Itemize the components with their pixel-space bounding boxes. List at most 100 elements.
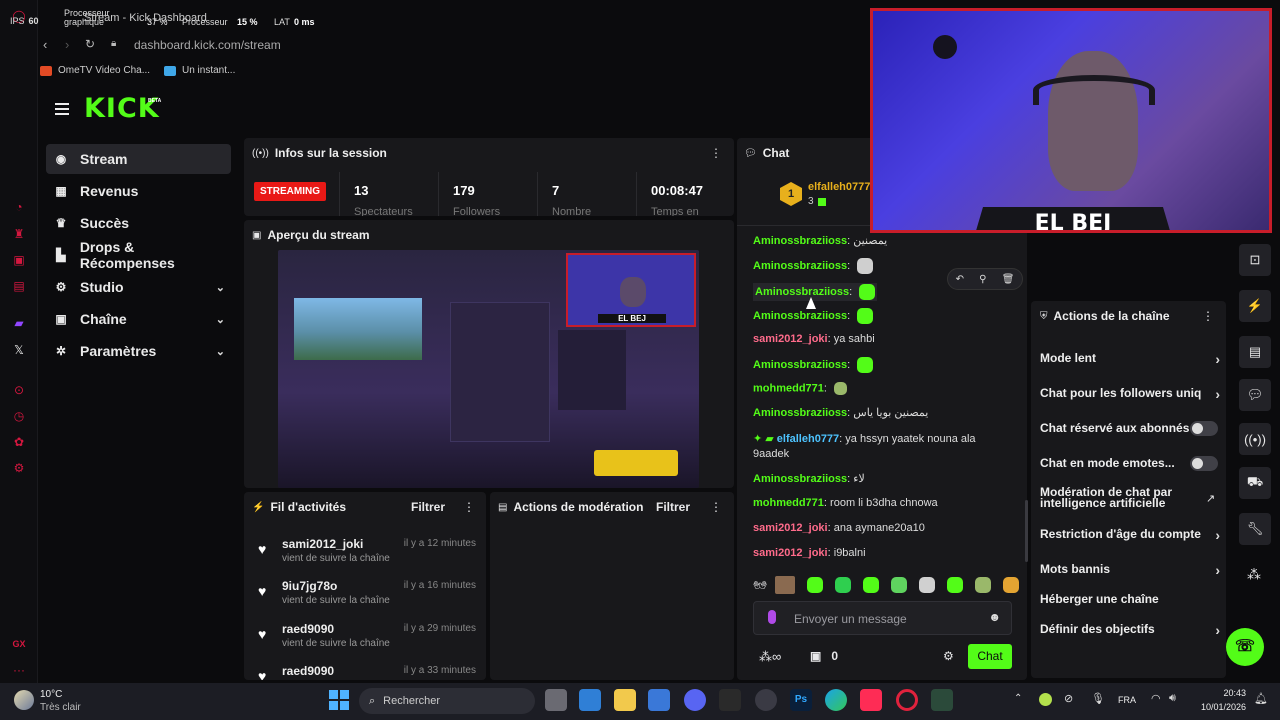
chat-user[interactable]: Aminossbraziioss <box>753 407 847 419</box>
speed-dial-icon[interactable]: ◔ <box>11 199 27 215</box>
stream-preview-video[interactable]: EL BEJ <box>278 250 699 488</box>
nav-studio[interactable]: ⚙ Studio ⌄ <box>46 272 231 302</box>
shopping-icon[interactable]: ♜ <box>11 226 27 242</box>
tray-network-off-icon[interactable]: ⊘ <box>1064 692 1073 705</box>
action-mode-lent[interactable]: Mode lent › <box>1040 351 1220 367</box>
subs-only-toggle[interactable] <box>1190 421 1218 436</box>
forward-icon[interactable]: › <box>65 37 69 52</box>
broadcast-button[interactable]: ((•)) <box>1239 423 1271 455</box>
widgets-icon[interactable] <box>579 689 601 711</box>
store-icon[interactable] <box>648 689 670 711</box>
chat-user[interactable]: mohmedd771 <box>753 382 824 394</box>
nav-stream[interactable]: ◉ Stream <box>46 144 231 174</box>
chat-user[interactable]: Aminossbraziioss <box>753 473 847 485</box>
chat-popout-button[interactable]: 💬︎ <box>1239 379 1271 411</box>
obs-icon[interactable] <box>755 689 777 711</box>
terminal-icon[interactable] <box>931 689 953 711</box>
emote-icon[interactable] <box>946 577 963 593</box>
chat-user[interactable]: Aminossbraziioss <box>755 286 849 298</box>
emote-icon[interactable]: 👐︎ <box>753 579 767 592</box>
notes-button[interactable]: ▤ <box>1239 336 1271 368</box>
emote-icon[interactable] <box>834 577 851 593</box>
raid-button[interactable]: ⛟ <box>1239 467 1271 499</box>
feed-user[interactable]: raed9090 <box>282 622 334 636</box>
clock-time[interactable]: 20:43 <box>1208 688 1246 698</box>
volume-icon[interactable]: 🔊︎ <box>1169 692 1176 705</box>
wifi-icon[interactable]: ◠ <box>1151 692 1161 705</box>
emote-icon[interactable] <box>862 577 879 593</box>
chat-user[interactable]: Aminossbraziioss <box>753 310 847 322</box>
feed-user[interactable]: sami2012_joki <box>282 537 363 551</box>
nav-succes[interactable]: ♛ Succès <box>46 208 231 238</box>
chat-user[interactable]: elfalleh0777 <box>777 433 839 445</box>
more-icon[interactable]: ··· <box>11 662 27 678</box>
windows-start-icon[interactable] <box>329 690 349 710</box>
emote-icon[interactable] <box>890 577 907 593</box>
action-age-restriction[interactable]: Restriction d'âge du compte › <box>1040 527 1220 543</box>
action-emote-only[interactable]: Chat en mode emotes... <box>1040 456 1220 471</box>
screenshot-button[interactable]: ⊡ <box>1239 244 1271 276</box>
chat-user[interactable]: Aminossbraziioss <box>753 260 847 272</box>
feed-user[interactable]: 9iu7jg78o <box>282 579 337 593</box>
activity-menu-icon[interactable]: ⋮ <box>463 500 475 514</box>
action-goals[interactable]: Définir des objectifs › <box>1040 622 1220 638</box>
photoshop-icon[interactable]: Ps <box>790 689 812 711</box>
x-icon[interactable]: 𝕏 <box>11 342 27 358</box>
chat-user[interactable]: Aminossbraziioss <box>753 359 847 371</box>
nav-revenus[interactable]: ▦ Revenus <box>46 176 231 206</box>
extensions-icon[interactable]: ✿ <box>11 434 27 450</box>
emote-icon[interactable] <box>806 577 823 593</box>
edge-icon[interactable] <box>825 689 847 711</box>
nav-drops[interactable]: ▙ Drops & Récompenses <box>46 239 231 271</box>
mic-icon[interactable] <box>768 610 776 624</box>
chat-user[interactable]: mohmedd771 <box>753 497 824 509</box>
chat-scrollbar[interactable] <box>1025 500 1028 562</box>
weather-temp[interactable]: 10°C <box>40 689 62 700</box>
reply-icon[interactable]: ↶ <box>956 274 964 285</box>
epic-games-icon[interactable] <box>719 689 741 711</box>
nav-parametres[interactable]: ✲ Paramètres ⌄ <box>46 336 231 366</box>
chat-settings-icon[interactable]: ⚙ <box>943 649 954 663</box>
bookmark-instant[interactable]: Un instant... <box>164 65 235 76</box>
action-subs-only[interactable]: Chat réservé aux abonnés <box>1040 421 1220 436</box>
reload-icon[interactable]: ↻ <box>85 37 95 51</box>
delete-icon[interactable]: 🗑︎ <box>1002 274 1015 285</box>
moderation-menu-icon[interactable]: ⋮ <box>710 500 722 514</box>
tiktok-icon[interactable] <box>860 689 882 711</box>
taskbar-search[interactable]: ⌕ Rechercher <box>359 688 535 714</box>
channel-actions-menu-icon[interactable]: ⋮ <box>1202 309 1214 323</box>
session-menu-icon[interactable]: ⋮ <box>710 146 722 160</box>
back-icon[interactable]: ‹ <box>43 37 47 52</box>
emote-icon[interactable] <box>918 577 935 593</box>
flash-button[interactable]: ⚡ <box>1239 290 1271 322</box>
language-indicator[interactable]: FRA <box>1118 695 1136 705</box>
chat-user[interactable]: sami2012_joki <box>753 522 828 534</box>
tray-chevron-icon[interactable]: ⌃ <box>1014 693 1022 704</box>
send-chat-button[interactable]: Chat <box>968 644 1012 669</box>
chat-input[interactable]: Envoyer un message ☻ <box>753 601 1012 635</box>
points-icon[interactable]: ⁂∞ <box>759 649 781 665</box>
messenger-icon[interactable]: ▤ <box>11 278 27 294</box>
emote-icon[interactable] <box>774 576 795 594</box>
history-icon[interactable]: ◷ <box>11 408 27 424</box>
bookmark-ometv[interactable]: OmeTV Video Cha... <box>40 65 150 76</box>
nav-chaine[interactable]: ▣ Chaîne ⌄ <box>46 304 231 334</box>
twitch-icon[interactable]: ▰ <box>11 315 27 331</box>
discord-icon[interactable] <box>684 689 706 711</box>
action-followers-only[interactable]: Chat pour les followers uniq › <box>1040 386 1220 400</box>
emote-only-toggle[interactable] <box>1190 456 1218 471</box>
help-button[interactable]: ☏ <box>1226 628 1264 666</box>
action-banned-words[interactable]: Mots bannis › <box>1040 562 1220 578</box>
channel-points[interactable]: ▣ 0 <box>810 649 838 663</box>
file-explorer-icon[interactable] <box>614 689 636 711</box>
tray-mic-icon[interactable]: 🎙︎ <box>1091 692 1105 705</box>
clock-date[interactable]: 10/01/2026 <box>1198 702 1246 712</box>
chat-user[interactable]: sami2012_joki <box>753 333 828 345</box>
feed-user[interactable]: raed9090 <box>282 664 334 678</box>
emote-icon[interactable] <box>1002 577 1019 593</box>
tools-button[interactable]: 🔧︎ <box>1239 513 1271 545</box>
emoji-picker-icon[interactable]: ☻ <box>988 610 1001 624</box>
chat-user[interactable]: sami2012_joki <box>753 547 828 559</box>
settings-icon[interactable]: ⚙ <box>11 460 27 476</box>
external-link-icon[interactable]: ↗ <box>1206 492 1215 505</box>
